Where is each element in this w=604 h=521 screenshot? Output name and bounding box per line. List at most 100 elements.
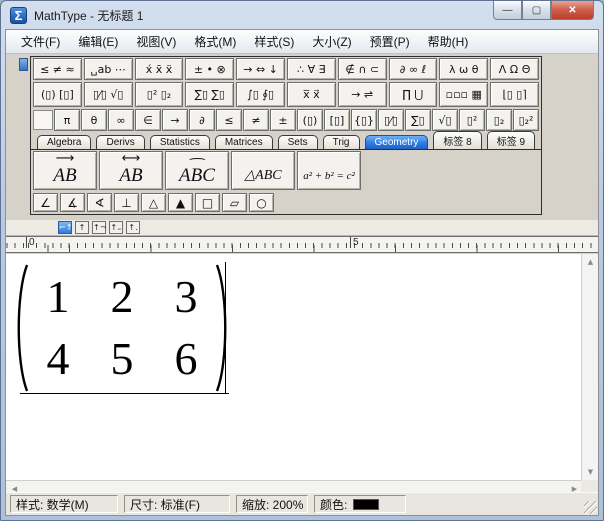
parens-template-button[interactable]: (▯) [297, 109, 323, 131]
matrix-templates-button[interactable]: ▫▫▫ ▦ [439, 82, 489, 107]
arc-abc-template-button[interactable]: ⌢ ABC [165, 151, 229, 190]
menu-item[interactable]: 样式(S) [245, 30, 303, 53]
embellishments-button[interactable]: x́ x̄ ẍ [134, 58, 184, 80]
misc-symbols-button[interactable]: ∂ ∞ ℓ [388, 58, 438, 80]
logic-symbols-button[interactable]: ∴ ∀ ∃ [286, 58, 336, 80]
tab-sets[interactable]: Sets [277, 135, 318, 149]
titlebar[interactable]: Σ MathType - 无标题 1 — ▢ ✕ [1, 1, 603, 29]
menu-item[interactable]: 文件(F) [12, 30, 69, 53]
circle-button[interactable]: ○ [249, 193, 274, 212]
neq-button[interactable]: ≠ [243, 109, 269, 131]
vertical-scrollbar[interactable]: ▲ ▼ [581, 254, 598, 480]
right-arrow-button[interactable]: → [162, 109, 188, 131]
fraction-template-button[interactable]: ▯⁄▯ [378, 109, 404, 131]
tabstop-center-button[interactable]: ↑ [75, 221, 89, 234]
leq-button[interactable]: ≤ [216, 109, 242, 131]
tab-algebra[interactable]: Algebra [37, 135, 92, 149]
tab-derivs[interactable]: Derivs [96, 135, 145, 149]
tabstop-right-button[interactable]: ↑¬ [92, 221, 106, 234]
equation-canvas[interactable]: 123 456 [6, 254, 583, 480]
resize-grip[interactable] [584, 501, 597, 514]
small-bar-filler [33, 110, 53, 130]
square-button[interactable]: □ [195, 193, 220, 212]
sqrt-template-button[interactable]: √▯ [432, 109, 458, 131]
labeled-arrow-templates-button[interactable]: → ⇌ [337, 82, 387, 107]
tab-trig[interactable]: Trig [322, 135, 360, 149]
spaces-ellipses-button[interactable]: ␣ab ⋯ [83, 58, 133, 80]
color-swatch [353, 498, 380, 510]
menu-item[interactable]: 大小(Z) [303, 30, 360, 53]
box-strike-templates-button[interactable]: ⌊▯ ▯⌉ [490, 82, 539, 107]
menu-item[interactable]: 预置(P) [361, 30, 419, 53]
superscript-template-button[interactable]: ▯² [459, 109, 485, 131]
menu-item[interactable]: 帮助(H) [419, 30, 478, 53]
subscript-template-button[interactable]: ▯₂ [486, 109, 512, 131]
operator-symbols-button[interactable]: ± • ⊗ [185, 58, 235, 80]
small-symbol-bar: π θ ∞ ∈ → ∂ ≤ ≠ ± (▯) [▯] {▯} ▯⁄▯ ∑▯ √▯ ▯² ▯₂ ▯₂² [31, 108, 541, 132]
minimize-button[interactable]: — [493, 1, 522, 20]
partial-button[interactable]: ∂ [189, 109, 215, 131]
greek-lowercase-button[interactable]: λ ω θ [439, 58, 489, 80]
insertion-cursor-vertical [225, 262, 226, 394]
tab-label-9[interactable]: 标签 9 [486, 131, 536, 149]
parallelogram-button[interactable]: ▱ [222, 193, 247, 212]
maximize-icon: ▢ [531, 4, 542, 16]
insertion-cursor-horizontal [20, 393, 229, 394]
status-zoom: 缩放: 200% [236, 495, 308, 513]
triangle-abc-template-button[interactable]: △ABC [231, 151, 295, 190]
infinity-button[interactable]: ∞ [108, 109, 134, 131]
matrix-cell: 3 [174, 271, 198, 322]
status-size: 尺寸: 标准(F) [124, 495, 230, 513]
symbol-palette-row: ≤ ≠ ≈ ␣ab ⋯ x́ x̄ ẍ ± • ⊗ → ⇔ ↓ ∴ ∀ ∃ ∉ ∩ ⊂ ∂ ∞… [31, 57, 541, 81]
theta-button[interactable]: θ [81, 109, 107, 131]
braces-template-button[interactable]: {▯} [351, 109, 377, 131]
maximize-button[interactable]: ▢ [522, 1, 551, 20]
close-button[interactable]: ✕ [551, 1, 594, 20]
vector-ab-template-button[interactable]: ⟶ AB [33, 151, 97, 190]
set-theory-symbols-button[interactable]: ∉ ∩ ⊂ [337, 58, 387, 80]
scroll-up-icon[interactable]: ▲ [582, 254, 599, 270]
spherical-angle-button[interactable]: ∢ [87, 193, 112, 212]
arrow-symbols-button[interactable]: → ⇔ ↓ [236, 58, 285, 80]
measured-angle-button[interactable]: ∡ [60, 193, 85, 212]
tabstop-relational-button[interactable]: ↑₌ [109, 221, 123, 234]
tab-statistics[interactable]: Statistics [149, 135, 210, 149]
window-title: MathType - 无标题 1 [34, 8, 144, 23]
pythagorean-template-button[interactable]: a² + b² = c² [297, 151, 361, 190]
element-of-button[interactable]: ∈ [135, 109, 161, 131]
menu-item[interactable]: 视图(V) [127, 30, 185, 53]
perpendicular-button[interactable]: ⊥ [114, 193, 139, 212]
tab-matrices[interactable]: Matrices [214, 135, 273, 149]
tab-geometry[interactable]: Geometry [364, 135, 429, 149]
triangle-button[interactable]: △ [141, 193, 166, 212]
pi-button[interactable]: π [54, 109, 80, 131]
subsuperscript-template-button[interactable]: ▯₂² [513, 109, 539, 131]
sum-template-button[interactable]: ∑▯ [405, 109, 431, 131]
toolbar-box: ≤ ≠ ≈ ␣ab ⋯ x́ x̄ ẍ ± • ⊗ → ⇔ ↓ ∴ ∀ ∃ ∉ ∩ ⊂ ∂ ∞… [30, 56, 542, 215]
subscript-superscript-templates-button[interactable]: ▯² ▯₂ [134, 82, 184, 107]
toolbar-grip[interactable] [19, 58, 28, 71]
tabstop-left-button[interactable]: ⌐↑ [58, 221, 72, 234]
integral-templates-button[interactable]: ∫▯ ∮▯ [236, 82, 285, 107]
fraction-radical-templates-button[interactable]: ▯⁄▯ √▯ [83, 82, 133, 107]
plus-minus-button[interactable]: ± [270, 109, 296, 131]
menu-item[interactable]: 编辑(E) [69, 30, 127, 53]
product-set-templates-button[interactable]: ∏ ⋃ [388, 82, 438, 107]
angle-button[interactable]: ∠ [33, 193, 58, 212]
tabstop-decimal-button[interactable]: ↑. [126, 221, 140, 234]
overbar-underbar-templates-button[interactable]: x̅ x⃗ [286, 82, 336, 107]
tab-label-8[interactable]: 标签 8 [433, 131, 482, 149]
fence-templates-button[interactable]: (▯) [▯] [33, 82, 82, 107]
greek-uppercase-button[interactable]: Λ Ω Θ [490, 58, 539, 80]
filled-triangle-button[interactable]: ▲ [168, 193, 193, 212]
ruler-label-0: 0 [26, 237, 35, 248]
menu-item[interactable]: 格式(M) [185, 30, 245, 53]
geometry-symbol-row: ∠ ∡ ∢ ⊥ △ ▲ □ ▱ ○ [31, 192, 541, 214]
status-style: 样式: 数学(M) [10, 495, 118, 513]
scroll-down-icon[interactable]: ▼ [582, 464, 599, 480]
summation-templates-button[interactable]: ∑▯ ∑▯ [185, 82, 235, 107]
brackets-template-button[interactable]: [▯] [324, 109, 350, 131]
relational-symbols-button[interactable]: ≤ ≠ ≈ [33, 58, 82, 80]
line-ab-template-button[interactable]: ⟷ AB [99, 151, 163, 190]
matrix-cell: 2 [110, 271, 134, 322]
